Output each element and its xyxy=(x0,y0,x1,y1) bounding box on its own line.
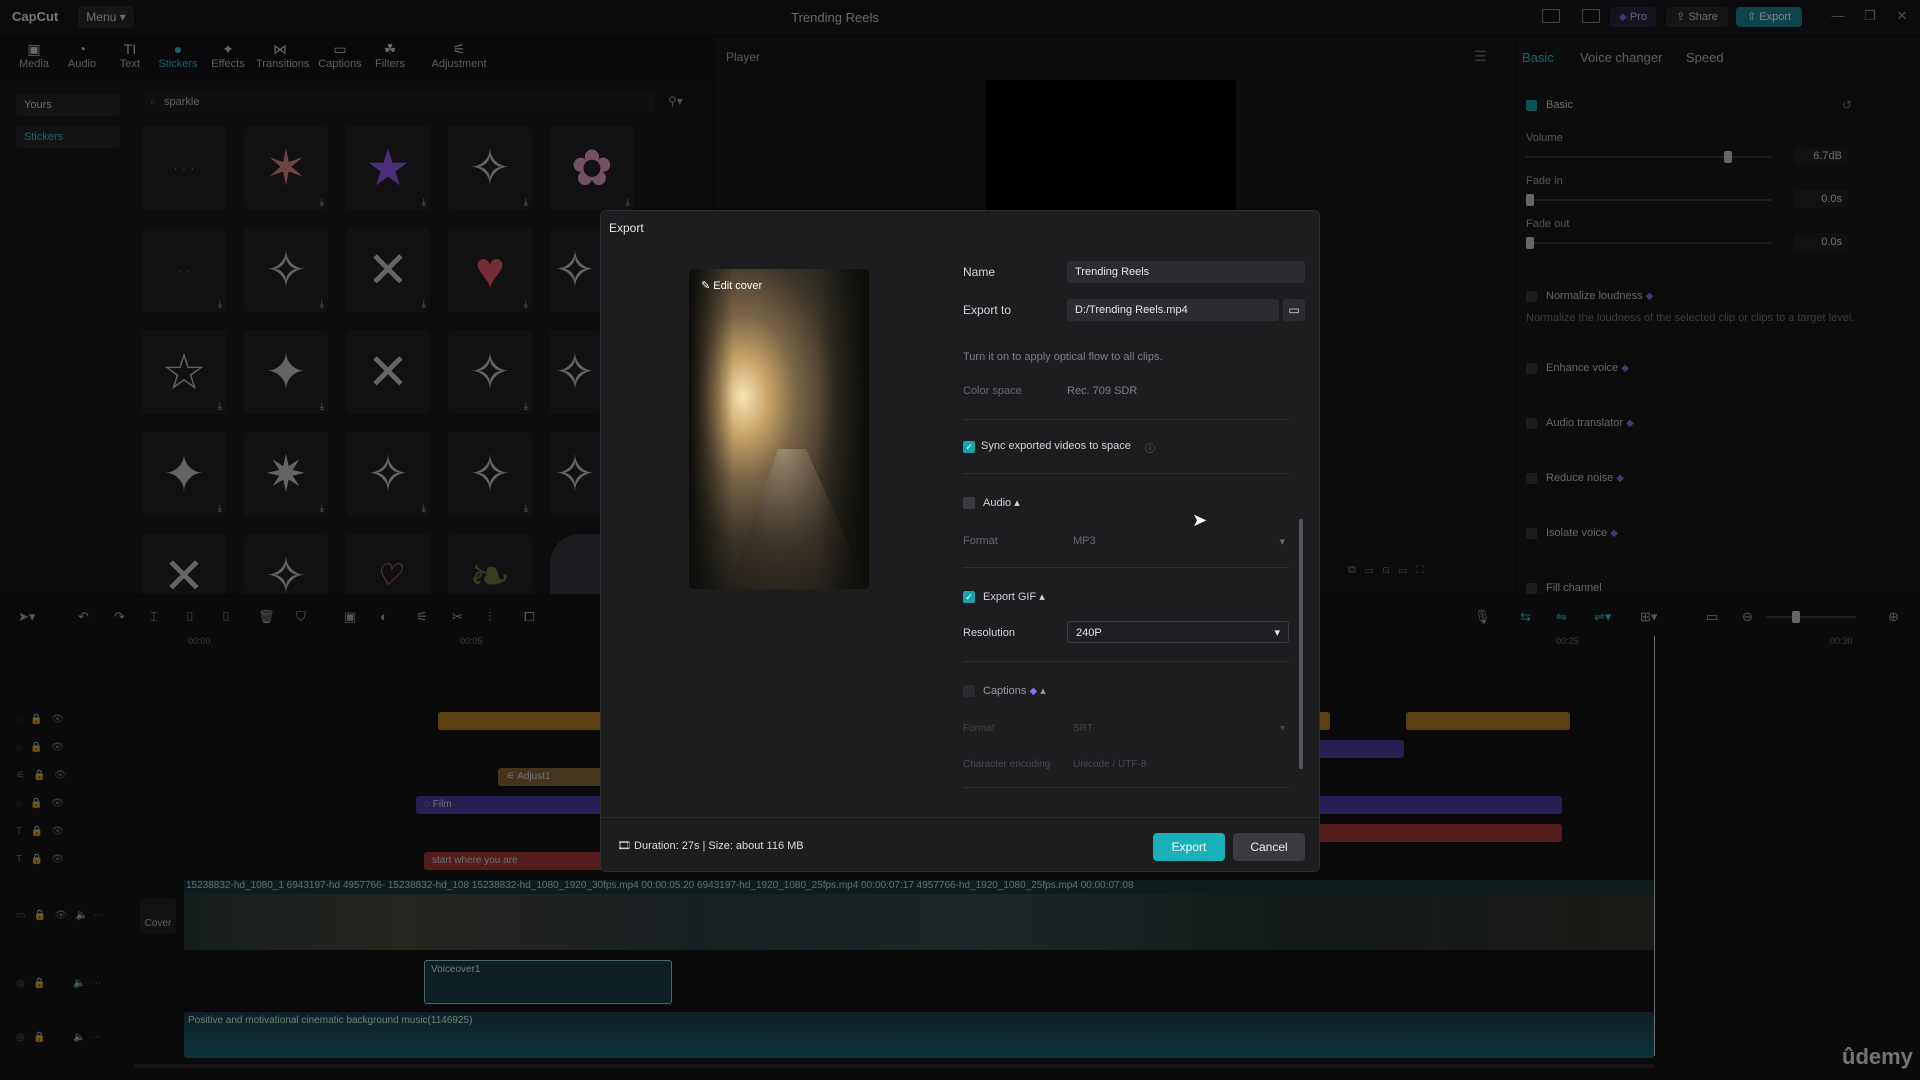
gif-section-label: Export GIF ▴ xyxy=(983,590,1045,603)
encoding-value: Unicode / UTF-8 xyxy=(1073,759,1147,770)
edit-cover-label: Edit cover xyxy=(713,280,763,292)
mouse-cursor-icon: ➤ xyxy=(1192,510,1208,530)
export-info-text: Duration: 27s | Size: about 116 MB xyxy=(634,840,804,852)
audio-format-label: Format xyxy=(963,535,998,547)
color-space-label: Color space xyxy=(963,385,1022,397)
divider xyxy=(963,787,1289,788)
diamond-icon: ◆ xyxy=(1029,686,1038,697)
export-gif-checkbox[interactable]: ✓ xyxy=(963,591,975,603)
film-icon: 🎞 xyxy=(617,840,631,852)
divider xyxy=(963,567,1289,568)
resolution-label: Resolution xyxy=(963,627,1015,639)
color-space-value: Rec. 709 SDR xyxy=(1067,385,1138,397)
cover-trees-left xyxy=(689,269,733,589)
encoding-label: Character encoding xyxy=(963,759,1051,770)
captions-format-select: SRT ▾ xyxy=(1073,723,1285,734)
export-path-input[interactable]: D:/Trending Reels.mp4 xyxy=(1067,299,1279,321)
audio-format-select: MP3 ▾ xyxy=(1073,535,1285,548)
audio-section-label: Audio ▴ xyxy=(983,496,1020,509)
export-to-label: Export to xyxy=(963,303,1012,317)
edit-cover-button[interactable]: ✎ Edit cover xyxy=(701,279,762,292)
chevron-down-icon: ▾ xyxy=(1279,723,1285,734)
resolution-select[interactable]: 240P ▾ xyxy=(1067,621,1289,643)
audio-format-value: MP3 xyxy=(1073,535,1096,547)
cancel-button[interactable]: Cancel xyxy=(1233,833,1305,861)
cover-trees-right xyxy=(819,269,869,589)
captions-section-label: Captions ◆ ▴ xyxy=(983,684,1046,697)
dialog-scrollbar[interactable] xyxy=(1299,519,1303,769)
sync-label: Sync exported videos to space xyxy=(981,440,1131,452)
captions-format-label: Format xyxy=(963,723,995,734)
export-button[interactable]: Export xyxy=(1153,833,1225,861)
chevron-up-icon[interactable]: ▴ xyxy=(1039,591,1045,603)
name-label: Name xyxy=(963,265,996,279)
cover-preview[interactable]: ✎ Edit cover xyxy=(689,269,869,589)
resolution-value: 240P xyxy=(1076,627,1102,639)
chevron-down-icon: ▾ xyxy=(1279,536,1285,548)
divider xyxy=(963,419,1289,420)
gif-label: Export GIF xyxy=(983,591,1037,603)
audio-checkbox[interactable] xyxy=(963,497,975,509)
chevron-up-icon[interactable]: ▴ xyxy=(1040,685,1046,697)
captions-format-value: SRT xyxy=(1073,723,1093,734)
captions-label: Captions xyxy=(983,685,1027,697)
info-icon[interactable]: ⓘ xyxy=(1145,440,1155,455)
divider xyxy=(963,473,1289,474)
audio-label: Audio xyxy=(983,497,1012,509)
optical-flow-note: Turn it on to apply optical flow to all … xyxy=(963,351,1163,363)
export-dialog: Export ✎ Edit cover Name Trending Reels … xyxy=(600,210,1320,872)
chevron-down-icon: ▾ xyxy=(1274,627,1280,639)
divider xyxy=(963,661,1289,662)
pencil-icon: ✎ xyxy=(701,280,711,292)
folder-icon[interactable]: ▭ xyxy=(1283,299,1305,321)
captions-checkbox[interactable] xyxy=(963,685,975,697)
dialog-title: Export xyxy=(609,221,644,235)
chevron-up-icon[interactable]: ▴ xyxy=(1014,497,1020,509)
sync-checkbox[interactable]: ✓ xyxy=(963,441,975,453)
capcut-app: CapCut Menu ▾ Trending Reels ◆ Pro ⇪ Sha… xyxy=(0,0,1920,1080)
name-input[interactable]: Trending Reels xyxy=(1067,261,1305,283)
export-info: 🎞 Duration: 27s | Size: about 116 MB xyxy=(617,839,804,852)
